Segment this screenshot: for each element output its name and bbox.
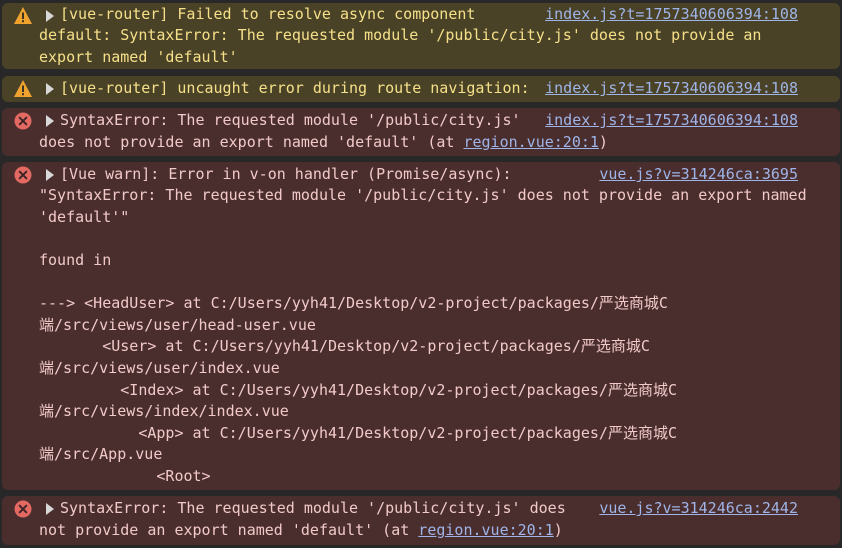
source-link[interactable]: vue.js?v=314246ca:2442 — [599, 498, 798, 520]
message-text: "SyntaxError: The requested module '/pub… — [39, 186, 807, 204]
console-error-message: vue.js?v=314246ca:3695 [Vue warn]: Error… — [2, 162, 840, 490]
message-text: 'default'" — [39, 208, 130, 226]
message-text-prefix: does not provide an export named 'defaul… — [39, 133, 464, 151]
message-text: SyntaxError: The requested module '/publ… — [60, 111, 521, 129]
source-link[interactable]: index.js?t=1757340606394:108 — [545, 110, 798, 132]
component-trace-line: 端/src/views/user/head-user.vue — [39, 316, 316, 334]
console-warning-message: index.js?t=1757340606394:108 [vue-router… — [2, 3, 840, 69]
error-icon — [14, 112, 32, 130]
component-trace-line: <User> at C:/Users/yyh41/Desktop/v2-proj… — [39, 337, 650, 355]
expand-arrow-icon[interactable] — [45, 10, 55, 22]
component-trace-line: <App> at C:/Users/yyh41/Desktop/v2-proje… — [39, 424, 677, 442]
expand-arrow-icon[interactable] — [45, 503, 55, 515]
message-text-suffix: ) — [598, 133, 608, 151]
warning-icon — [14, 7, 32, 24]
message-text: found in — [39, 251, 112, 269]
message-text: export named 'default' — [39, 48, 238, 66]
expand-arrow-icon[interactable] — [45, 169, 55, 181]
warning-icon — [14, 80, 32, 97]
region-vue-link[interactable]: region.vue:20:1 — [418, 521, 553, 539]
message-text: default: SyntaxError: The requested modu… — [39, 26, 762, 44]
component-trace-line: <Root> — [39, 467, 211, 485]
expand-arrow-icon[interactable] — [45, 83, 55, 95]
component-trace-line: ---> <HeadUser> at C:/Users/yyh41/Deskto… — [39, 294, 668, 312]
error-icon — [14, 166, 32, 184]
message-text: [vue-router] Failed to resolve async com… — [60, 5, 476, 23]
component-trace-line: <Index> at C:/Users/yyh41/Desktop/v2-pro… — [39, 381, 677, 399]
source-link[interactable]: index.js?t=1757340606394:108 — [545, 4, 798, 26]
message-text-prefix: not provide an export named 'default' (a… — [39, 521, 419, 539]
message-text: does not provide an export named 'defaul… — [39, 132, 608, 154]
source-link[interactable]: vue.js?v=314246ca:3695 — [599, 164, 798, 186]
expand-arrow-icon[interactable] — [45, 115, 55, 127]
message-text: [vue-router] uncaught error during route… — [60, 79, 530, 97]
message-text: [Vue warn]: Error in v-on handler (Promi… — [60, 165, 512, 183]
component-trace-line: 端/src/views/index/index.vue — [39, 402, 289, 420]
error-icon — [14, 500, 32, 518]
source-link[interactable]: index.js?t=1757340606394:108 — [545, 78, 798, 100]
message-text-suffix: ) — [553, 521, 563, 539]
message-text: SyntaxError: The requested module '/publ… — [60, 499, 566, 517]
component-trace-line: 端/src/views/user/index.vue — [39, 359, 280, 377]
console-warning-message: index.js?t=1757340606394:108 [vue-router… — [2, 76, 840, 102]
console-error-message: index.js?t=1757340606394:108 SyntaxError… — [2, 108, 840, 156]
devtools-console: index.js?t=1757340606394:108 [vue-router… — [0, 0, 842, 548]
message-text: not provide an export named 'default' (a… — [39, 520, 563, 542]
console-error-message: vue.js?v=314246ca:2442 SyntaxError: The … — [2, 496, 840, 545]
region-vue-link[interactable]: region.vue:20:1 — [463, 133, 598, 151]
component-trace-line: 端/src/App.vue — [39, 445, 163, 463]
